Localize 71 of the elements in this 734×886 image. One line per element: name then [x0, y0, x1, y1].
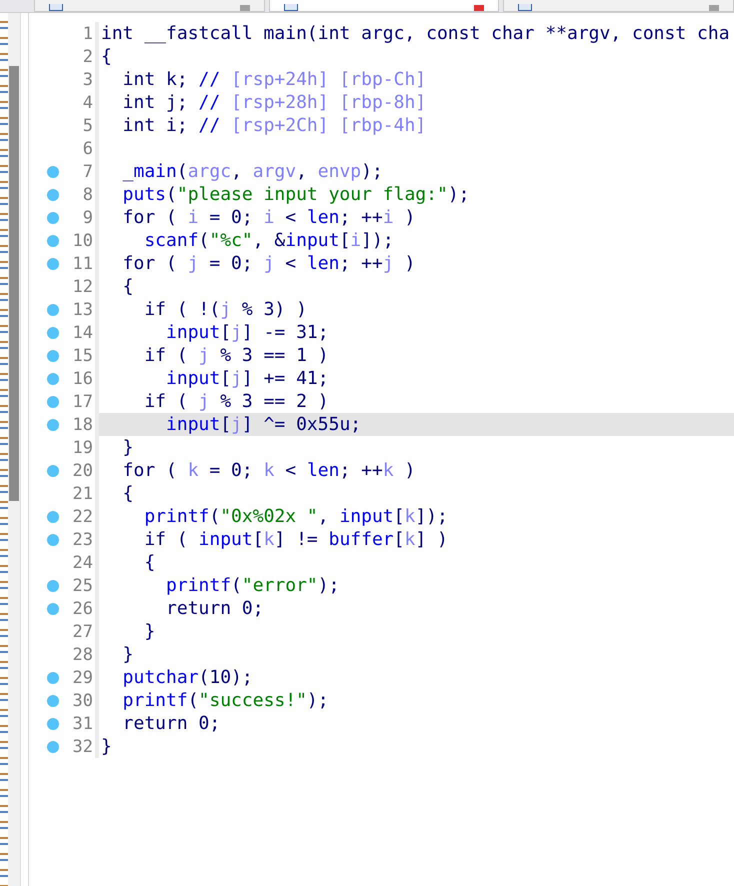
line-number: 24: [72, 552, 94, 572]
line-number: 15: [72, 346, 94, 366]
line-number: 7: [82, 162, 94, 182]
code-line: printf("success!");: [122, 690, 329, 711]
code-line: }: [100, 736, 112, 757]
line-number: 13: [72, 300, 94, 320]
code-line: for ( i = 0; i < len; ++i ): [122, 207, 416, 228]
code-line: input[j] += 41;: [165, 368, 329, 389]
code-line: printf("0x%02x ", input[k]);: [143, 506, 448, 527]
view-tab[interactable]: [268, 0, 500, 12]
line-number: 4: [82, 92, 94, 112]
line-number: 18: [72, 414, 94, 434]
code-line: }: [122, 437, 134, 458]
code-line: return 0;: [122, 713, 220, 734]
line-number: 25: [72, 576, 94, 596]
line-number: 23: [72, 530, 94, 550]
line-number: 22: [72, 506, 94, 526]
line-number: 21: [72, 484, 94, 504]
line-number: 5: [82, 116, 94, 136]
code-line: return 0;: [165, 598, 264, 619]
line-number: 27: [72, 622, 94, 642]
line-number: 17: [72, 392, 94, 412]
line-number: 30: [72, 690, 94, 710]
line-number: 14: [72, 322, 94, 342]
line-number: 1: [82, 24, 94, 44]
code-line: int j; // [rsp+28h] [rbp-8h]: [122, 92, 426, 113]
code-line: for ( k = 0; k < len; ++k ): [122, 460, 416, 481]
code-line: {: [122, 483, 134, 504]
close-icon[interactable]: [474, 5, 484, 11]
code-line: int __fastcall main(int argc, const char **argv, const cha: [100, 23, 730, 44]
code-line: scanf("%c", &input[i]);: [143, 230, 394, 251]
line-number: 28: [72, 644, 94, 664]
line-number: 8: [82, 184, 94, 204]
code-line: {: [143, 552, 156, 573]
line-number: 16: [72, 368, 94, 388]
code-line: }: [122, 644, 134, 665]
code-line: input[j] -= 31;: [165, 322, 329, 343]
code-line: putchar(10);: [122, 667, 253, 688]
line-number: 32: [72, 736, 94, 756]
line-number: 11: [72, 254, 94, 274]
code-line: input[j] ^= 0x55u;: [165, 414, 362, 435]
close-icon[interactable]: [709, 5, 720, 11]
code-line: if ( j % 3 == 1 ): [143, 345, 329, 366]
code-line: for ( j = 0; j < len; ++j ): [122, 253, 416, 274]
code-line: if ( j % 3 == 2 ): [143, 391, 329, 412]
code-line: {: [122, 276, 134, 297]
close-icon[interactable]: [240, 5, 250, 11]
line-number: 12: [72, 276, 94, 296]
line-number: 19: [72, 438, 94, 458]
line-number: 26: [72, 598, 94, 618]
scrollbar-thumb[interactable]: [9, 66, 19, 501]
line-number: 3: [82, 70, 94, 90]
code-line: {: [100, 46, 112, 67]
view-tab[interactable]: [503, 0, 734, 12]
code-line: int i; // [rsp+2Ch] [rbp-4h]: [122, 115, 426, 136]
code-line: if ( !(j % 3) ): [143, 299, 307, 320]
line-number: 2: [82, 46, 94, 66]
line-number: 9: [82, 208, 94, 228]
scrollbar[interactable]: [8, 13, 21, 886]
code-line: _main(argc, argv, envp);: [122, 161, 383, 182]
view-tab[interactable]: [34, 0, 265, 12]
code-line: if ( input[k] != buffer[k] ): [143, 529, 448, 550]
line-number: 10: [72, 230, 94, 250]
code-line: }: [143, 621, 156, 642]
code-line: int k; // [rsp+24h] [rbp-Ch]: [122, 69, 426, 90]
line-number: 31: [72, 714, 94, 734]
code-line: printf("error");: [165, 575, 340, 596]
code-line: puts("please input your flag:");: [122, 184, 470, 205]
line-number: 6: [82, 138, 94, 158]
line-number: 29: [72, 668, 94, 688]
line-number: 20: [72, 460, 94, 480]
